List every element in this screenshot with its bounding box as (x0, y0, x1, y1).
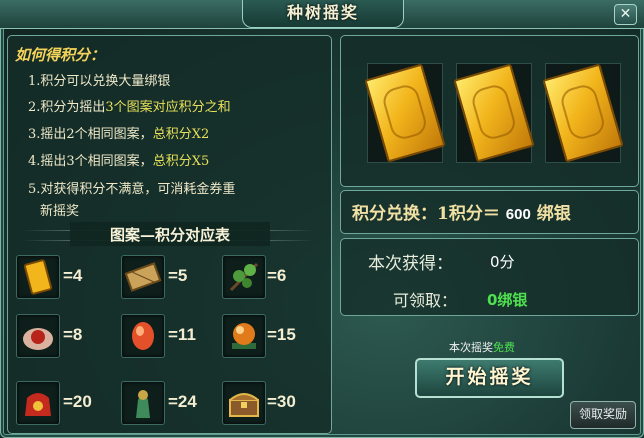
table-value: =11 (168, 325, 196, 344)
exchange-rate: 积分兑换：1积分＝ 600 绑银 (352, 204, 571, 224)
herb-branch-icon (222, 255, 266, 299)
lucky-bag-icon (16, 381, 60, 425)
table-value: =4 (63, 266, 83, 285)
table-title: 图案—积分对应表 (109, 226, 230, 244)
jade-statue-icon (121, 381, 165, 425)
start-spin-button[interactable]: 开始摇奖 (415, 358, 564, 398)
rules-heading: 如何得积分： (15, 46, 106, 64)
treasure-chest-icon (222, 381, 266, 425)
rule-item: 新摇奖 (40, 204, 80, 219)
got-value: 0分 (490, 253, 515, 271)
orange-orb-icon (222, 314, 266, 358)
table-value: =6 (267, 266, 287, 285)
close-button[interactable]: ✕ (614, 4, 637, 25)
rule-item: 5.对获得积分不满意，可消耗金券重 (28, 182, 236, 197)
claim-reward-button[interactable]: 领取奖励 (570, 401, 636, 429)
red-pouch-icon (16, 314, 60, 358)
claimable-label: 可领取： (393, 291, 458, 310)
table-value: =30 (267, 392, 296, 411)
table-value: =5 (168, 266, 188, 285)
gold-card-icon (16, 255, 60, 299)
bamboo-scroll-icon (121, 255, 165, 299)
free-spin-note: 本次摇奖免费 (449, 341, 515, 354)
table-value: =24 (168, 392, 197, 411)
got-label: 本次获得： (368, 254, 453, 274)
table-value: =20 (63, 392, 92, 411)
claimable-value: 0绑银 (487, 291, 528, 309)
table-value: =15 (267, 325, 296, 344)
window-title: 种树摇奖 (242, 0, 404, 28)
rule-item: 1.积分可以兑换大量绑银 (28, 74, 171, 89)
red-gem-icon (121, 314, 165, 358)
table-value: =8 (63, 325, 83, 344)
rule-item: 3.摇出2个相同图案，总积分X2 (28, 127, 210, 142)
rule-item: 4.摇出3个相同图案，总积分X5 (28, 154, 210, 169)
rule-item: 2.积分为摇出3个图案对应积分之和 (28, 100, 231, 115)
